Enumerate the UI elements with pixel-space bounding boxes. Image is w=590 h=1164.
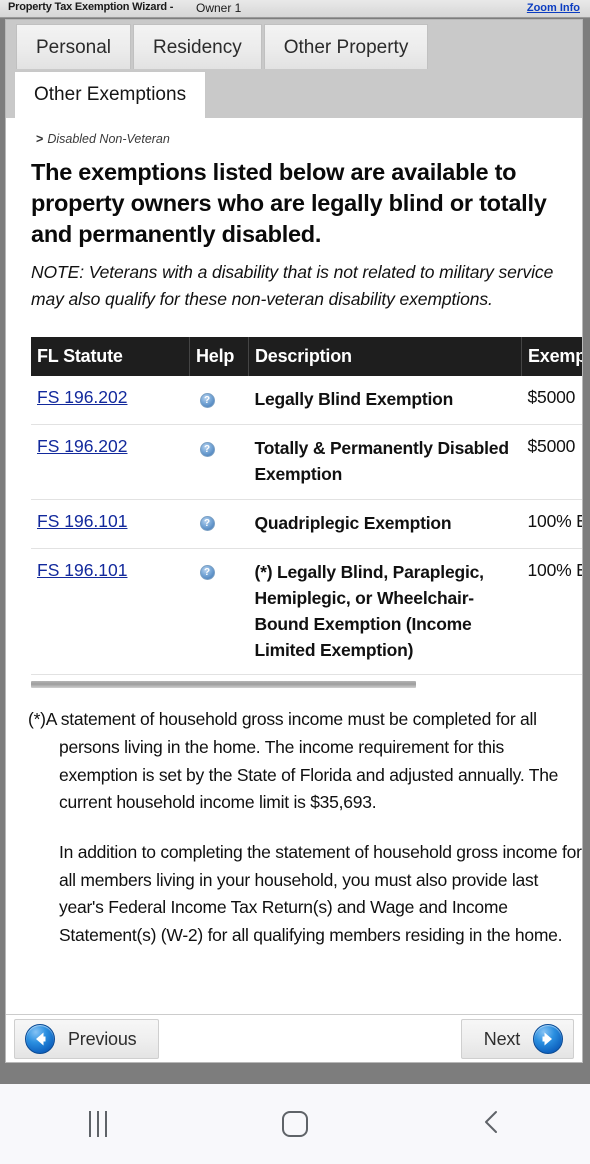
- help-question-icon[interactable]: [199, 441, 215, 457]
- cell-statute: FS 196.202: [31, 424, 190, 500]
- tab-strip: Personal Residency Other Property Other …: [6, 20, 582, 118]
- recents-button[interactable]: [0, 1084, 197, 1164]
- help-question-icon[interactable]: [199, 565, 215, 581]
- column-header-help: Help: [189, 337, 249, 377]
- table-horizontal-scrollbar[interactable]: [31, 681, 582, 689]
- application-frame: Property Tax Exemption Wizard - Owner 1 …: [0, 0, 590, 1072]
- cell-description: (*) Legally Blind, Paraplegic, Hemiplegi…: [248, 548, 522, 676]
- exemption-table: FL Statute Help Description Exemption Am…: [31, 337, 582, 676]
- help-question-icon[interactable]: [199, 392, 215, 408]
- statute-link[interactable]: FS 196.202: [37, 436, 127, 456]
- home-button[interactable]: [197, 1084, 394, 1164]
- column-header-statute: FL Statute: [31, 337, 190, 377]
- table-head: FL Statute Help Description Exemption Am…: [31, 337, 582, 377]
- android-nav-gap: [0, 1072, 590, 1084]
- tab-other-exemptions[interactable]: Other Exemptions: [14, 71, 207, 118]
- table-row: FS 196.202 Legally Blind Exemption $5000: [31, 376, 582, 426]
- title-bar: Property Tax Exemption Wizard - Owner 1 …: [0, 0, 590, 18]
- statute-link[interactable]: FS 196.101: [37, 511, 127, 531]
- recents-icon: [89, 1111, 108, 1137]
- exemption-table-wrapper: FL Statute Help Description Exemption Am…: [31, 337, 582, 676]
- back-button[interactable]: [393, 1084, 590, 1164]
- footnotes: (*)A statement of household gross income…: [28, 706, 582, 949]
- cell-amount: 100% Exempt: [521, 499, 582, 549]
- previous-button[interactable]: Previous: [14, 1019, 160, 1059]
- statute-link[interactable]: FS 196.101: [37, 560, 127, 580]
- cell-amount: $5000: [521, 424, 582, 500]
- column-header-amount: Exemption Amount: [521, 337, 582, 377]
- page-headline: The exemptions listed below are availabl…: [31, 159, 547, 248]
- home-icon: [282, 1111, 308, 1137]
- table-row: FS 196.101 (*) Legally Blind, Paraplegic…: [31, 548, 582, 676]
- cell-help: [189, 424, 249, 500]
- arrow-left-circle-icon: [25, 1024, 55, 1054]
- breadcrumb: > Disabled Non-Veteran: [18, 118, 570, 146]
- next-button-label: Next: [483, 1028, 520, 1049]
- footnote-marker: (*): [28, 709, 46, 730]
- breadcrumb-separator: >: [36, 132, 44, 146]
- statute-link[interactable]: FS 196.202: [37, 387, 127, 407]
- footnote-paragraph-1: (*)A statement of household gross income…: [28, 706, 582, 817]
- cell-statute: FS 196.101: [31, 548, 190, 676]
- help-question-icon[interactable]: [199, 516, 215, 532]
- arrow-right-circle-icon: [533, 1024, 563, 1054]
- cell-statute: FS 196.101: [31, 499, 190, 549]
- owner-label: Owner 1: [196, 1, 242, 15]
- column-header-description: Description: [248, 337, 522, 377]
- cell-description: Legally Blind Exemption: [248, 376, 522, 426]
- back-chevron-icon: [479, 1107, 505, 1142]
- table-header-row: FL Statute Help Description Exemption Am…: [31, 337, 582, 377]
- tab-row-primary: Personal Residency Other Property: [6, 24, 582, 71]
- table-row: FS 196.202 Totally & Permanently Disable…: [31, 424, 582, 500]
- cell-description: Quadriplegic Exemption: [248, 499, 522, 549]
- table-row: FS 196.101 Quadriplegic Exemption 100% E…: [31, 499, 582, 549]
- main-content: > Disabled Non-Veteran The exemptions lis…: [6, 118, 582, 1018]
- cell-help: [189, 499, 249, 549]
- tab-residency[interactable]: Residency: [133, 24, 262, 69]
- zoom-info-link[interactable]: Zoom Info: [527, 2, 580, 14]
- cell-description: Totally & Permanently Disabled Exemption: [248, 424, 522, 500]
- page-card: Personal Residency Other Property Other …: [5, 19, 583, 1063]
- table-body: FS 196.202 Legally Blind Exemption $5000…: [31, 376, 582, 676]
- tab-row-secondary: Other Exemptions: [6, 71, 582, 118]
- android-navigation-bar: [0, 1084, 590, 1164]
- previous-button-label: Previous: [68, 1028, 137, 1049]
- cell-amount: 100% Exempt: [521, 548, 582, 676]
- cell-help: [189, 548, 249, 676]
- footer-navigation: Previous Next: [6, 1014, 582, 1062]
- app-title: Property Tax Exemption Wizard -: [8, 1, 174, 13]
- page-note: NOTE: Veterans with a disability that is…: [31, 262, 554, 310]
- footnote-paragraph-2: In addition to completing the statement …: [59, 841, 582, 945]
- cell-statute: FS 196.202: [31, 376, 190, 426]
- footnote-text-1: A statement of household gross income mu…: [45, 709, 559, 813]
- breadcrumb-current: Disabled Non-Veteran: [47, 132, 170, 146]
- next-button[interactable]: Next: [460, 1019, 574, 1059]
- cell-amount: $5000: [521, 376, 582, 426]
- cell-help: [189, 376, 249, 426]
- tab-other-property[interactable]: Other Property: [263, 24, 429, 69]
- tab-personal[interactable]: Personal: [16, 24, 131, 69]
- scrollbar-thumb[interactable]: [31, 681, 416, 689]
